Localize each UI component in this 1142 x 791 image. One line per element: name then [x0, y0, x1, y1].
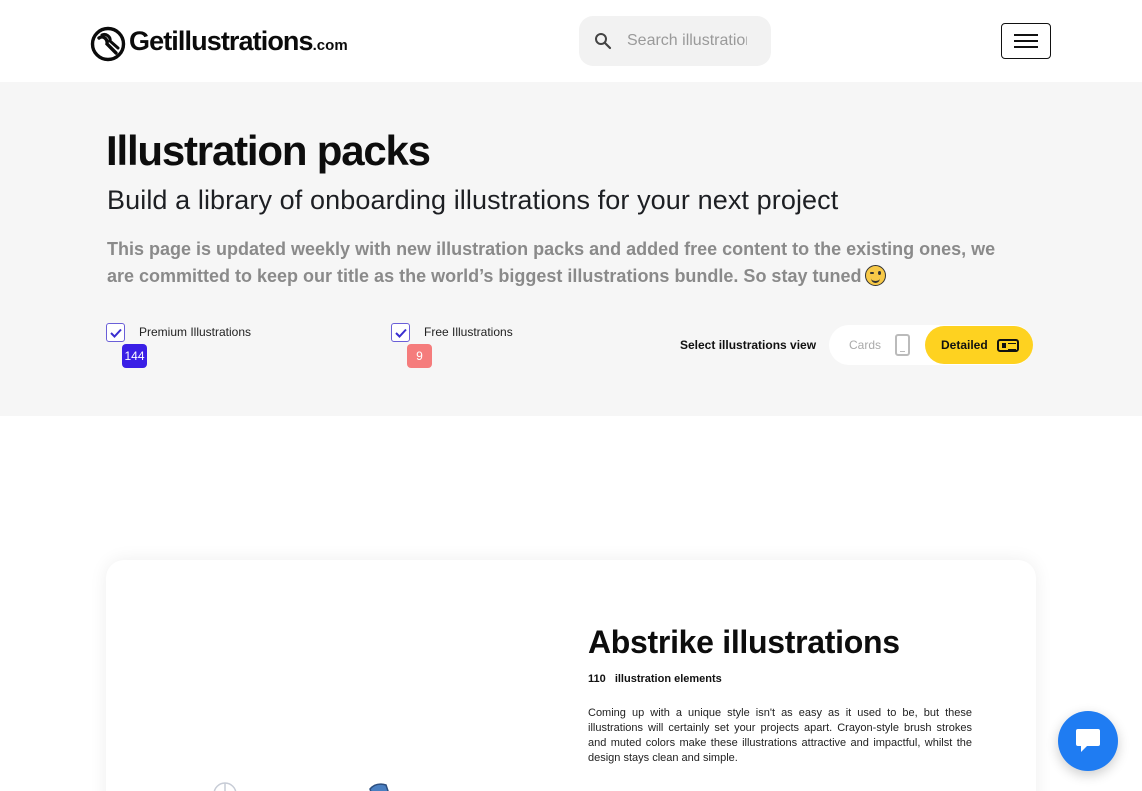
checkmark-icon: [394, 328, 407, 338]
free-label: Free Illustrations: [424, 325, 513, 339]
page-description: This page is updated weekly with new ill…: [107, 239, 996, 286]
pack-title[interactable]: Abstrike illustrations: [588, 624, 900, 661]
filter-free[interactable]: Free Illustrations: [391, 323, 513, 342]
pack-count-label: illustration elements: [614, 673, 722, 685]
winking-face-icon: [865, 265, 887, 286]
logo-icon: [90, 26, 126, 61]
view-option-detailed[interactable]: Detailed: [925, 326, 1033, 364]
site-header: Getillustrations.com: [0, 0, 1142, 82]
chat-bubble-icon: [1076, 729, 1100, 752]
hamburger-icon-line: [1014, 40, 1038, 42]
logo-suffix: .com: [312, 37, 348, 54]
card-icon: [996, 338, 1019, 352]
search-icon: [595, 33, 612, 50]
free-checkbox[interactable]: [391, 323, 410, 342]
hero-section: Illustration packs Build a library of on…: [0, 82, 1142, 416]
search-box[interactable]: [579, 16, 771, 66]
view-option-detailed-label: Detailed: [941, 338, 988, 352]
hamburger-icon-line: [1014, 46, 1038, 48]
pack-card[interactable]: Abstrike illustrations 110 illustration …: [106, 560, 1036, 791]
menu-button[interactable]: [1001, 23, 1051, 59]
illustration-thumbnail: [369, 783, 389, 791]
pack-description: Coming up with a unique style isn't as e…: [588, 707, 972, 764]
checkmark-icon: [109, 328, 122, 338]
filter-premium[interactable]: Premium Illustrations: [106, 323, 251, 342]
premium-label: Premium Illustrations: [139, 325, 252, 339]
logo[interactable]: Getillustrations.com: [90, 23, 348, 64]
page-title: Illustration packs: [106, 127, 431, 174]
pack-count: 110 illustration elements: [588, 673, 722, 685]
pack-count-number: 110: [588, 673, 606, 685]
premium-checkbox[interactable]: [106, 323, 125, 342]
chat-button[interactable]: [1058, 711, 1118, 771]
logo-text: Getillustrations: [129, 26, 314, 56]
view-option-cards-label: Cards: [849, 338, 882, 352]
view-option-cards[interactable]: Cards: [849, 325, 911, 365]
free-count-badge: 9: [407, 344, 432, 368]
view-selector-label: Select illustrations view: [680, 338, 817, 352]
illustration-thumbnail: [213, 782, 237, 791]
premium-count-badge: 144: [122, 344, 147, 368]
view-toggle: Cards Detailed: [829, 325, 1033, 365]
phone-icon: [895, 334, 911, 356]
hamburger-icon-line: [1014, 34, 1038, 36]
page-subtitle: Build a library of onboarding illustrati…: [107, 185, 839, 215]
search-input[interactable]: [627, 32, 747, 50]
